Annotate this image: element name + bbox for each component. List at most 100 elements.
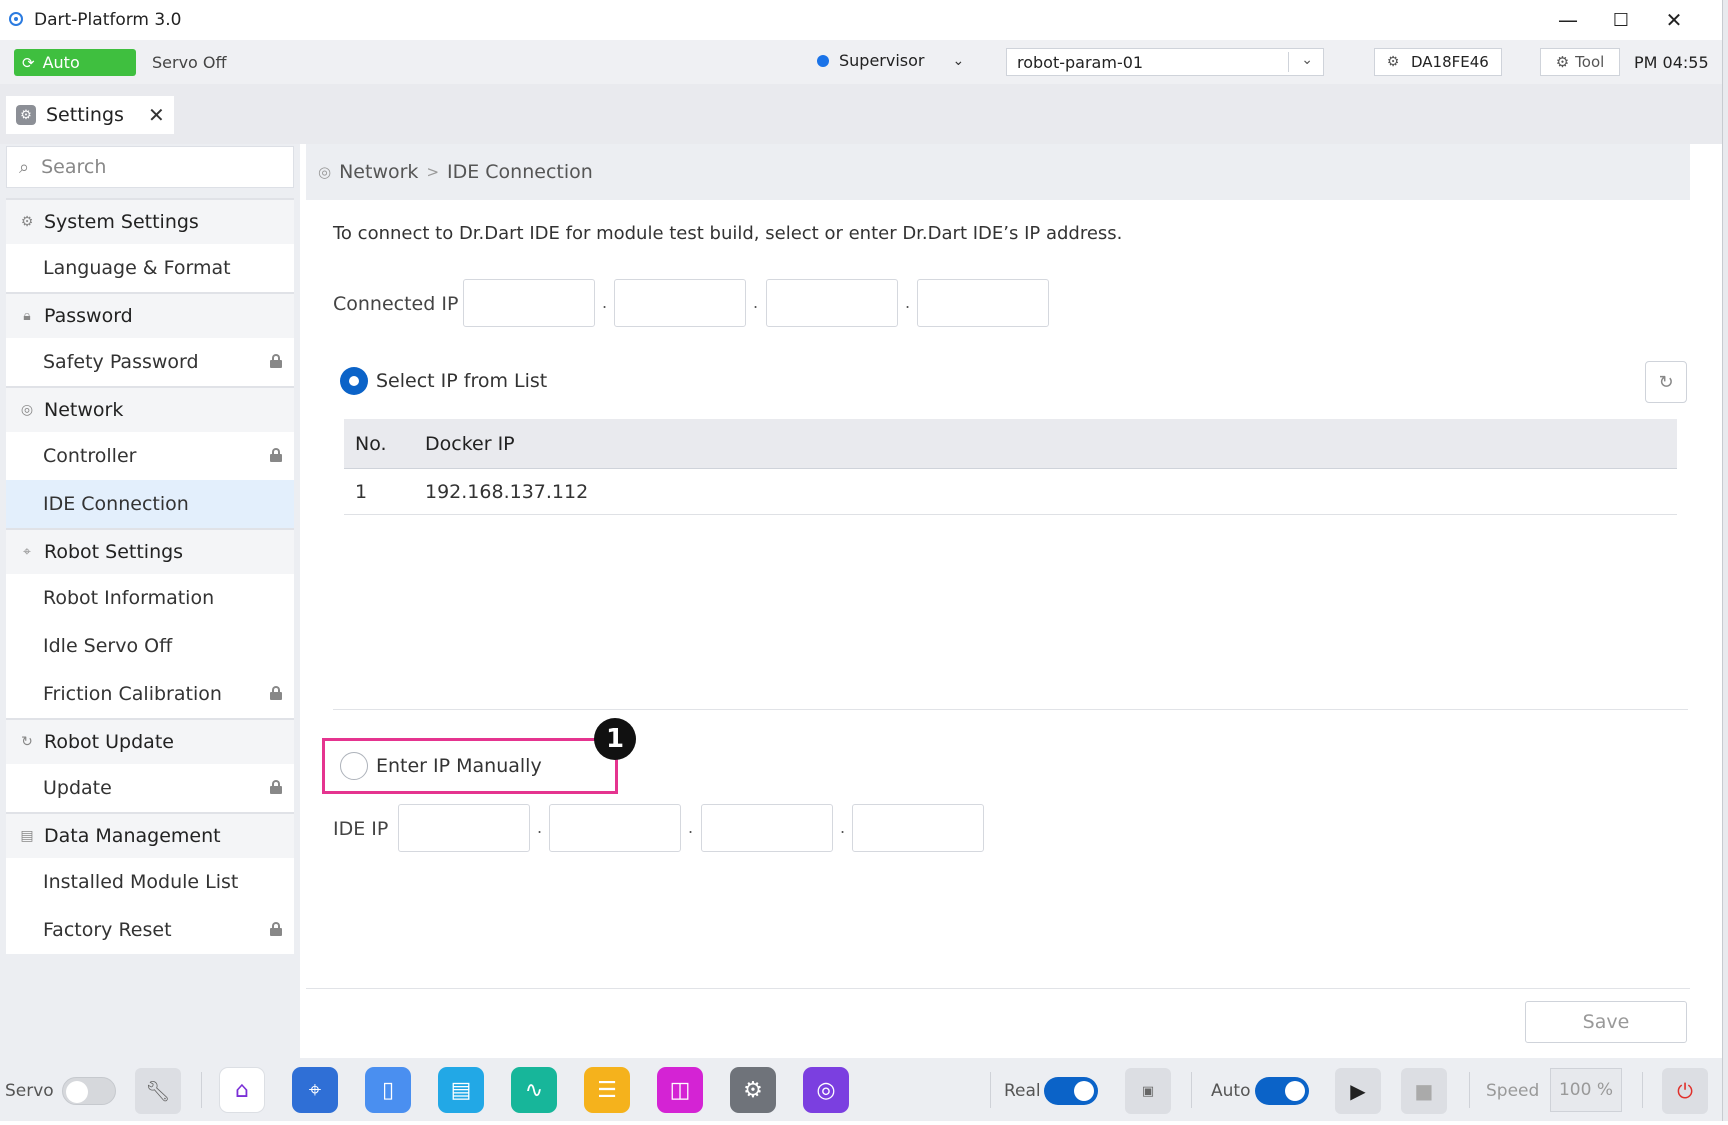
enter-ip-manually-label[interactable]: Enter IP Manually [376, 755, 542, 777]
robot-app-button[interactable]: ⌖ [292, 1067, 338, 1113]
refresh-icon: ↻ [21, 734, 33, 750]
table-row[interactable]: 1 192.168.137.112 [344, 469, 1677, 515]
close-window-button[interactable]: ✕ [1654, 6, 1694, 34]
network-icon: ◎ [318, 163, 332, 181]
lock-icon [270, 354, 282, 368]
wrench-icon: 🔧︎ [145, 1079, 171, 1103]
connected-ip-octet-3 [766, 279, 898, 327]
device-id-box[interactable]: ⚙ DA18FE46 [1374, 48, 1502, 76]
lock-icon [270, 922, 282, 936]
refresh-icon: ↻ [1658, 371, 1674, 393]
sidebar-item-idle-servo-off[interactable]: Idle Servo Off [6, 622, 294, 670]
mode-badge[interactable]: ⟳ Auto [14, 49, 136, 76]
home-app-button[interactable]: ⌂ [219, 1067, 265, 1113]
maximize-button[interactable]: ☐ [1601, 6, 1641, 34]
select-ip-list-radio[interactable] [340, 367, 368, 395]
store-app-button[interactable]: ◫ [657, 1067, 703, 1113]
nav-group-network[interactable]: ◎ Network [6, 386, 294, 432]
settings-app-button[interactable]: ⚙ [730, 1067, 776, 1113]
nav-group-system-settings[interactable]: ⚙ System Settings [6, 198, 294, 244]
lock-icon [270, 780, 282, 794]
tab-settings[interactable]: ⚙ Settings ✕ [6, 96, 174, 134]
servo-toggle[interactable] [62, 1077, 116, 1105]
stop-button[interactable]: ■ [1401, 1068, 1447, 1114]
clock: PM 04:55 [1634, 53, 1709, 72]
role-selector[interactable]: Supervisor ⌄ [817, 51, 964, 70]
list-icon: ☰ [597, 1077, 617, 1103]
close-tab-icon[interactable]: ✕ [148, 103, 165, 127]
document-icon: ▤ [20, 828, 34, 844]
nav-group-data-management[interactable]: ▤ Data Management [6, 812, 294, 858]
gear-icon: ⚙ [1555, 53, 1570, 71]
ide-ip-octet-2[interactable] [549, 804, 681, 852]
ide-ip-octet-1[interactable] [398, 804, 530, 852]
auto-toggle[interactable] [1255, 1077, 1309, 1105]
sidebar-item-factory-reset[interactable]: Factory Reset [6, 906, 294, 954]
nav-group-robot-settings[interactable]: ⌖ Robot Settings [6, 528, 294, 574]
pendant-icon: ▯ [381, 1077, 395, 1103]
window-title: Dart-Platform 3.0 [34, 10, 182, 30]
ide-ip-octet-4[interactable] [852, 804, 984, 852]
breadcrumb-current: IDE Connection [447, 161, 593, 183]
play-button[interactable]: ▶ [1335, 1068, 1381, 1114]
play-icon: ▶ [1350, 1079, 1366, 1103]
tool-button[interactable]: ⚙ Tool [1540, 48, 1620, 76]
stop-icon: ■ [1414, 1079, 1434, 1103]
sidebar-item-safety-password[interactable]: Safety Password [6, 338, 294, 386]
settings-icon: ⚙ [16, 105, 36, 125]
search-placeholder: Search [41, 156, 107, 178]
param-dropdown[interactable]: robot-param-01 ⌄ [1006, 48, 1324, 76]
refresh-button[interactable]: ↻ [1645, 361, 1687, 403]
breadcrumb: ◎ Network > IDE Connection [306, 144, 1690, 200]
lock-outline-icon: 🔒︎ [23, 308, 31, 324]
servo-label: Servo [5, 1081, 54, 1101]
sidebar-item-robot-information[interactable]: Robot Information [6, 574, 294, 622]
bag-icon: ◫ [669, 1077, 691, 1103]
sidebar-item-installed-module-list[interactable]: Installed Module List [6, 858, 294, 906]
sidebar-item-update[interactable]: Update [6, 764, 294, 812]
document-icon: ▤ [450, 1077, 472, 1103]
column-header-no: No. [355, 432, 387, 455]
row-docker-ip: 192.168.137.112 [425, 480, 589, 503]
save-button[interactable]: Save [1525, 1001, 1687, 1043]
tool-label: Tool [1575, 53, 1605, 71]
task-editor-app-button[interactable]: ▤ [438, 1067, 484, 1113]
app-logo-icon [9, 12, 23, 26]
real-toggle[interactable] [1044, 1077, 1098, 1105]
param-value: robot-param-01 [1017, 52, 1144, 72]
minimize-button[interactable]: — [1548, 6, 1588, 34]
3d-view-button[interactable]: ▣ [1125, 1068, 1171, 1114]
monitoring-app-button[interactable]: ∿ [511, 1067, 557, 1113]
notes-app-button[interactable]: ☰ [584, 1067, 630, 1113]
sidebar-item-controller[interactable]: Controller [6, 432, 294, 480]
home-icon: ⌂ [235, 1077, 249, 1103]
role-label: Supervisor [839, 51, 925, 70]
module-app-button[interactable]: ◎ [803, 1067, 849, 1113]
ide-ip-octet-3[interactable] [701, 804, 833, 852]
breadcrumb-separator: > [426, 163, 440, 181]
sidebar-item-friction-calibration[interactable]: Friction Calibration [6, 670, 294, 718]
section-divider [333, 709, 1688, 710]
enter-ip-manually-radio[interactable] [340, 752, 368, 780]
select-ip-list-label[interactable]: Select IP from List [376, 370, 547, 392]
ide-ip-label: IDE IP [333, 818, 389, 840]
device-id: DA18FE46 [1411, 53, 1489, 71]
search-input[interactable]: ⌕ Search [6, 146, 294, 188]
annotation-callout: 1 [594, 718, 636, 760]
auto-mode-icon: ⟳ [22, 53, 35, 72]
target-icon: ◎ [816, 1077, 836, 1103]
row-no: 1 [355, 480, 368, 503]
teach-pendant-app-button[interactable]: ▯ [365, 1067, 411, 1113]
nav-group-robot-update[interactable]: ↻ Robot Update [6, 718, 294, 764]
nav-group-password[interactable]: 🔒︎ Password [6, 292, 294, 338]
docker-ip-table: No. Docker IP 1 192.168.137.112 [344, 419, 1677, 515]
breadcrumb-parent[interactable]: Network [339, 161, 418, 183]
wrench-button[interactable]: 🔧︎ [135, 1068, 181, 1114]
connected-ip-octet-1 [463, 279, 595, 327]
sidebar-item-language-format[interactable]: Language & Format [6, 244, 294, 292]
role-status-dot [817, 54, 829, 67]
power-button[interactable]: ⏻ [1662, 1068, 1708, 1114]
speed-value[interactable]: 100 % [1550, 1068, 1622, 1112]
sidebar-item-ide-connection[interactable]: IDE Connection [6, 480, 294, 528]
robot-arm-icon: ⌖ [23, 544, 31, 560]
